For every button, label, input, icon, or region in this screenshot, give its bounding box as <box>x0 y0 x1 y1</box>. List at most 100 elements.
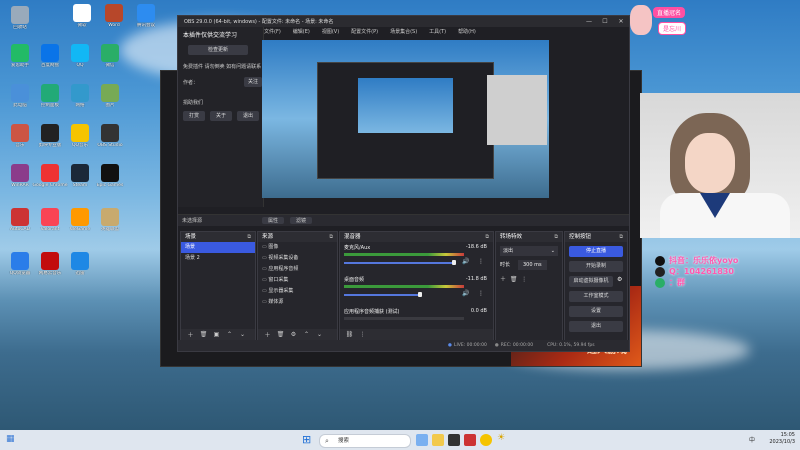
source-item[interactable]: ▭ 图像 <box>258 242 337 253</box>
start-recording-button[interactable]: 开始录制 <box>569 261 623 272</box>
source-item[interactable]: ▭ 窗口采集 <box>258 275 337 286</box>
chevron-down-icon[interactable]: ⌄ <box>313 331 326 338</box>
add-icon[interactable]: ＋ <box>500 276 506 283</box>
gear-icon[interactable]: ⚙ <box>287 331 300 338</box>
chevron-up-icon[interactable]: ⌃ <box>223 331 236 338</box>
desktop-icon[interactable]: 图片 <box>92 84 128 109</box>
desktop-icon[interactable]: 微软 <box>64 4 100 29</box>
app-taskbar-icon[interactable] <box>464 434 476 446</box>
dock-close-icon[interactable]: ⧉ <box>485 232 489 242</box>
obs-preview-canvas[interactable] <box>262 40 549 198</box>
speaker-icon[interactable]: 🔊 <box>462 290 469 297</box>
close-icon[interactable]: ✕ <box>613 18 629 25</box>
more-icon[interactable]: ⋮ <box>521 276 527 283</box>
sponsor-title: 直播冠名 <box>653 7 686 18</box>
dock-close-icon[interactable]: ⧉ <box>619 232 623 242</box>
menu-profile[interactable]: 配置文件(P) <box>345 27 384 37</box>
taskbar: ▦ ⊞ ⌕ 搜索 ☀ 中 15:05 2023/10/3 <box>0 430 800 450</box>
obs-title-bar[interactable]: OBS 29.0.0 (64-bit, windows) - 配置文件: 未命名… <box>178 16 629 27</box>
source-item[interactable]: ▭ 显示器采集 <box>258 286 337 297</box>
scene-item[interactable]: 场景 2 <box>181 253 255 264</box>
transition-select[interactable]: 淡出 ⌄ <box>500 246 558 256</box>
trash-icon[interactable]: 🗑 <box>197 331 210 338</box>
trash-icon[interactable]: 🗑 <box>510 276 518 283</box>
duration-input[interactable]: 300 ms <box>518 260 547 270</box>
wechat-icon <box>655 277 665 288</box>
desktop-icon[interactable]: 英雄联盟 <box>92 208 128 233</box>
check-update-button[interactable]: 检查更新 <box>188 45 248 55</box>
obs-window[interactable]: OBS 29.0.0 (64-bit, windows) - 配置文件: 未命名… <box>177 15 630 352</box>
desktop-icon[interactable]: Epic Games <box>92 164 128 189</box>
system-clock[interactable]: 15:05 2023/10/3 <box>769 432 795 446</box>
add-icon[interactable]: ＋ <box>261 330 274 339</box>
chevron-down-icon[interactable]: ⌄ <box>236 331 249 338</box>
stop-streaming-button[interactable]: 停止直播 <box>569 246 623 257</box>
source-item[interactable]: ▭ 视频采集设备 <box>258 253 337 264</box>
virtual-camera-button[interactable]: 启动虚拟摄像机 <box>569 276 613 287</box>
source-item[interactable]: ▭ 应用程序音频 <box>258 264 337 275</box>
desktop-icon[interactable]: 回收站 <box>2 6 38 31</box>
menu-scene-collection[interactable]: 场景集合(S) <box>384 27 423 37</box>
link-icon[interactable]: ⛓ <box>343 331 356 338</box>
maximize-icon[interactable]: ☐ <box>597 18 613 25</box>
desktop-icon[interactable]: 迅雷 <box>62 252 98 277</box>
exit-button[interactable]: 退出 <box>569 321 623 332</box>
task-view-icon[interactable] <box>416 434 428 446</box>
app-icon <box>41 252 59 270</box>
more-icon[interactable]: ⋮ <box>356 331 369 338</box>
chevron-up-icon[interactable]: ⌃ <box>300 331 313 338</box>
app-icon <box>71 124 89 142</box>
minimize-icon[interactable]: — <box>581 18 597 25</box>
app-icon <box>11 6 29 24</box>
scene-item[interactable]: 场景 <box>181 242 255 253</box>
tip-button[interactable]: 打赏 <box>183 111 205 121</box>
source-item[interactable]: ▭ 媒体源 <box>258 297 337 308</box>
properties-button[interactable]: 属性 <box>262 217 285 224</box>
obs-status-bar: ● LIVE: 00:00:00 ● REC: 00:00:00 CPU: 0.… <box>178 340 629 351</box>
volume-slider[interactable] <box>344 262 454 264</box>
dock-close-icon[interactable]: ⧉ <box>554 232 558 242</box>
widgets-icon[interactable]: ▦ <box>6 434 15 444</box>
speaker-icon[interactable]: 🔊 <box>462 258 469 265</box>
menu-edit[interactable]: 编辑(E) <box>287 27 316 37</box>
menu-view[interactable]: 视图(V) <box>316 27 345 37</box>
about-button[interactable]: 关于 <box>210 111 232 121</box>
channel-name: 桌面音频 <box>344 277 365 283</box>
dock-close-icon[interactable]: ⧉ <box>247 232 251 242</box>
more-icon[interactable]: ⋮ <box>478 258 484 265</box>
volume-slider[interactable] <box>344 294 419 296</box>
start-menu-icon[interactable]: ⊞ <box>302 433 311 446</box>
plugin-heading: 本插件仅供交流学习 <box>183 32 238 39</box>
more-icon[interactable]: ⋮ <box>478 290 484 297</box>
desktop-icon[interactable]: 腾讯会议 <box>128 4 164 29</box>
duration-label: 时长 <box>500 262 511 268</box>
chrome-taskbar-icon[interactable] <box>480 434 492 446</box>
desktop-icon[interactable]: OBS Studio <box>92 124 128 149</box>
menu-tools[interactable]: 工具(T) <box>423 27 452 37</box>
ime-indicator[interactable]: 中 <box>749 435 755 444</box>
desktop-icon-label: 回收站 <box>13 25 27 30</box>
settings-button[interactable]: 设置 <box>569 306 623 317</box>
desktop-icon[interactable]: 微信 <box>92 44 128 69</box>
studio-mode-button[interactable]: 工作室模式 <box>569 291 623 302</box>
exit-plugin-button[interactable]: 退出 <box>237 111 259 121</box>
search-placeholder: 搜索 <box>338 438 350 444</box>
menu-help[interactable]: 帮助(H) <box>452 27 482 37</box>
desktop-icon[interactable]: Word <box>96 4 132 29</box>
gear-icon[interactable]: ⚙ <box>617 276 622 283</box>
layout-icon[interactable]: ▣ <box>210 331 223 338</box>
transition-toolbar: ＋ 🗑 ⋮ <box>500 274 558 283</box>
volume-slider-knob[interactable] <box>452 260 456 265</box>
file-explorer-icon[interactable] <box>432 434 444 446</box>
no-source-selected-text: 未选择源 <box>182 218 203 224</box>
trash-icon[interactable]: 🗑 <box>274 331 287 338</box>
add-icon[interactable]: ＋ <box>184 330 197 339</box>
follow-button[interactable]: 关注 <box>244 77 262 87</box>
obs-taskbar-icon[interactable] <box>448 434 460 446</box>
filters-button[interactable]: 滤镜 <box>290 217 313 224</box>
app-icon <box>101 208 119 226</box>
search-box[interactable]: ⌕ 搜索 <box>319 434 411 448</box>
volume-slider-knob[interactable] <box>418 292 422 297</box>
sun-icon[interactable]: ☀ <box>497 433 505 443</box>
dock-close-icon[interactable]: ⧉ <box>329 232 333 242</box>
